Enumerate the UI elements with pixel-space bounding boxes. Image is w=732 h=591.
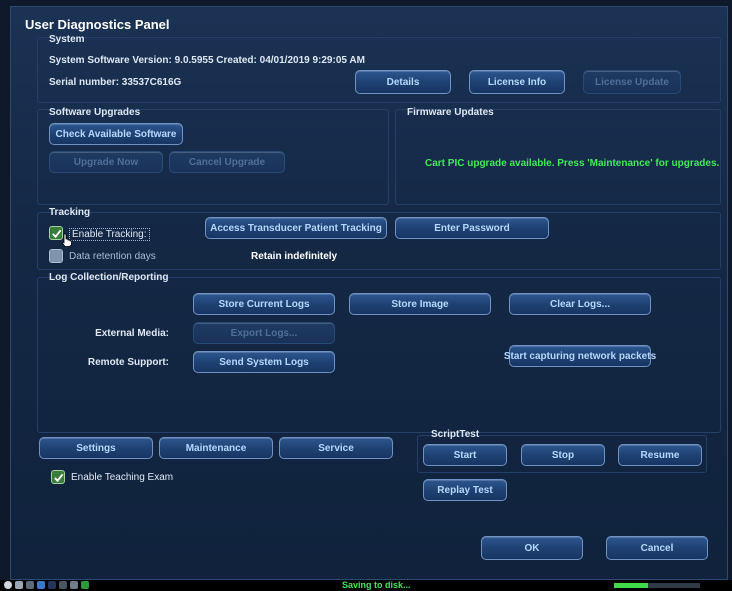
access-tracking-button[interactable]: Access Transducer Patient Tracking [205, 217, 387, 239]
teaching-exam-checkbox[interactable] [51, 470, 65, 484]
settings-button[interactable]: Settings [39, 437, 153, 459]
capture-packets-button[interactable]: Start capturing network packets [504, 345, 656, 367]
retention-value: Retain indefinitely [251, 251, 338, 262]
status-icons [4, 581, 89, 589]
start-button[interactable]: Start [423, 444, 507, 466]
clear-logs-button[interactable]: Clear Logs... [509, 293, 651, 315]
progress-fill [614, 583, 649, 588]
script-test-label: ScriptTest [431, 429, 480, 440]
maintenance-button[interactable]: Maintenance [159, 437, 273, 459]
export-logs-button[interactable]: Export Logs... [193, 322, 335, 344]
text-icon [59, 581, 67, 589]
service-button[interactable]: Service [279, 437, 393, 459]
software-upgrades-label: Software Upgrades [49, 107, 141, 118]
details-button[interactable]: Details [355, 70, 451, 94]
tracking-label: Tracking [49, 207, 91, 218]
send-logs-button[interactable]: Send System Logs [193, 351, 335, 373]
retention-checkbox[interactable] [49, 249, 63, 263]
diagnostics-panel: User Diagnostics Panel System System Sof… [10, 6, 728, 580]
cancel-button[interactable]: Cancel [606, 536, 708, 560]
enable-tracking-label[interactable]: Enable Tracking: [69, 228, 150, 241]
panel-title: User Diagnostics Panel [25, 17, 170, 32]
status-bar: Saving to disk... [0, 580, 732, 591]
keyboard-icon [70, 581, 78, 589]
serial-text: Serial number: 33537C616G [49, 77, 182, 88]
ok-button[interactable]: OK [481, 536, 583, 560]
retention-label: Data retention days [69, 251, 156, 262]
power-icon [4, 581, 12, 589]
resume-button[interactable]: Resume [618, 444, 702, 466]
upgrade-now-button[interactable]: Upgrade Now [49, 151, 163, 173]
battery-icon [37, 581, 45, 589]
usb-icon [26, 581, 34, 589]
firmware-updates-group [395, 109, 721, 205]
firmware-updates-label: Firmware Updates [407, 107, 494, 118]
log-collection-label: Log Collection/Reporting [49, 272, 169, 283]
replay-test-button[interactable]: Replay Test [423, 479, 507, 501]
enter-password-button[interactable]: Enter Password [395, 217, 549, 239]
hand-cursor-icon [61, 233, 72, 247]
signal-icon [81, 581, 89, 589]
teaching-exam-label: Enable Teaching Exam [71, 472, 174, 483]
external-media-label: External Media: [95, 328, 169, 339]
stop-button[interactable]: Stop [521, 444, 605, 466]
system-label: System [49, 34, 85, 45]
network-icon [15, 581, 23, 589]
checkmark-icon [53, 473, 63, 482]
printer-icon [48, 581, 56, 589]
firmware-message: Cart PIC upgrade available. Press 'Maint… [425, 158, 720, 169]
cancel-upgrade-button[interactable]: Cancel Upgrade [169, 151, 285, 173]
version-text: System Software Version: 9.0.5955 Create… [49, 55, 365, 66]
check-software-button[interactable]: Check Available Software [49, 123, 183, 145]
license-info-button[interactable]: License Info [469, 70, 565, 94]
progress-bar [614, 583, 700, 588]
checkmark-icon [51, 229, 61, 238]
store-image-button[interactable]: Store Image [349, 293, 491, 315]
license-update-button[interactable]: License Update [583, 70, 681, 94]
status-message: Saving to disk... [342, 580, 411, 590]
remote-support-label: Remote Support: [87, 357, 169, 368]
store-logs-button[interactable]: Store Current Logs [193, 293, 335, 315]
